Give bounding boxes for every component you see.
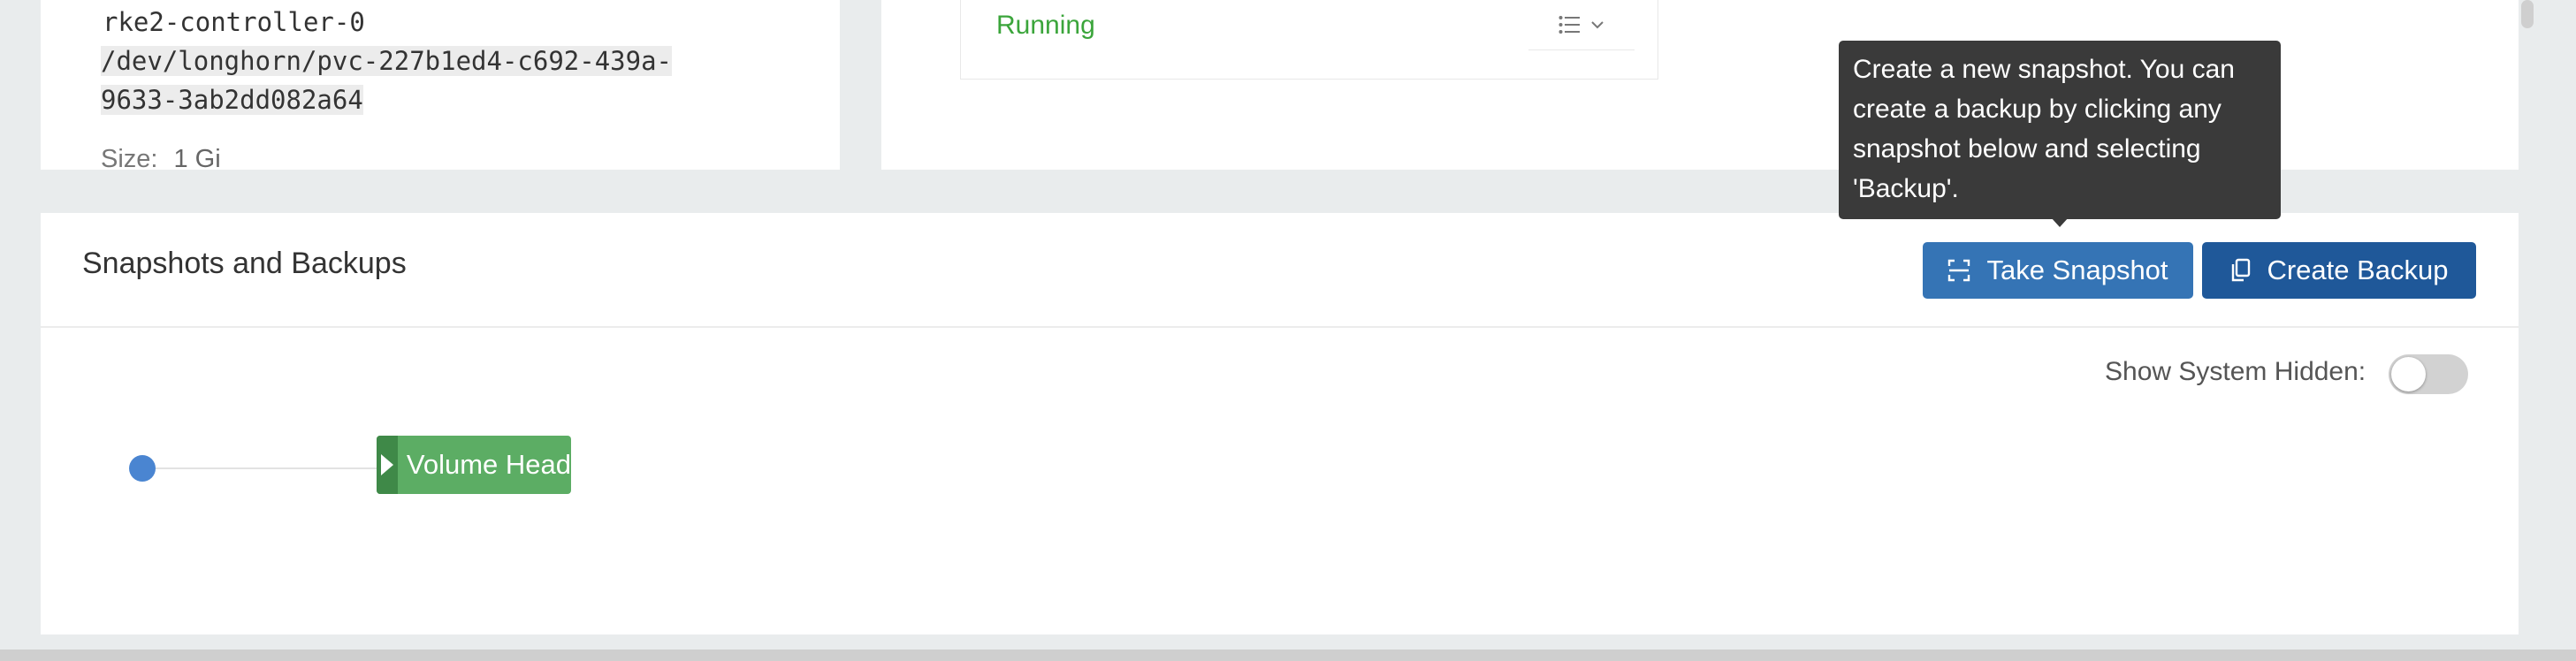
- replica-status-box: Running: [960, 0, 1658, 80]
- snapshots-panel: Snapshots and Backups Take Snapshot Crea…: [41, 213, 2519, 634]
- chevron-down-icon: [1590, 19, 1604, 30]
- timeline-root-node[interactable]: [129, 455, 156, 482]
- volume-head-node[interactable]: Volume Head: [377, 436, 571, 494]
- vertical-scrollbar-thumb[interactable]: [2521, 0, 2534, 28]
- show-system-hidden-toggle[interactable]: [2389, 354, 2468, 394]
- list-icon: [1559, 15, 1580, 34]
- show-system-hidden-label: Show System Hidden:: [2105, 357, 2366, 386]
- device-path-line-2: 9633-3ab2dd082a64: [101, 85, 363, 115]
- take-snapshot-tooltip: Create a new snapshot. You can create a …: [1839, 41, 2281, 219]
- device-path-line-1: /dev/longhorn/pvc-227b1ed4-c692-439a-: [101, 46, 673, 76]
- create-backup-label: Create Backup: [2267, 255, 2449, 285]
- create-backup-button[interactable]: Create Backup: [2202, 242, 2476, 299]
- copy-icon: [2229, 258, 2251, 283]
- running-status: Running: [996, 11, 1095, 40]
- size-value: 1 Gi: [173, 145, 221, 173]
- take-snapshot-label: Take Snapshot: [1986, 255, 2168, 285]
- take-snapshot-button[interactable]: Take Snapshot: [1923, 242, 2193, 299]
- size-label: Size:: [101, 145, 158, 173]
- tooltip-arrow: [2051, 217, 2069, 227]
- replica-actions-menu[interactable]: [1528, 0, 1635, 50]
- horizontal-scrollbar[interactable]: [0, 650, 2576, 661]
- size-row: Size: 1 Gi: [101, 145, 221, 174]
- panel-title: Snapshots and Backups: [82, 247, 407, 280]
- volume-info-card: rke2-controller-0 /dev/longhorn/pvc-227b…: [41, 0, 840, 173]
- toggle-knob: [2391, 357, 2426, 391]
- play-icon: [377, 436, 398, 494]
- volume-head-label: Volume Head: [406, 449, 571, 480]
- volume-name: rke2-controller-0: [103, 7, 365, 37]
- panel-header: Snapshots and Backups Take Snapshot Crea…: [41, 213, 2519, 328]
- snapshot-icon: [1947, 259, 1970, 282]
